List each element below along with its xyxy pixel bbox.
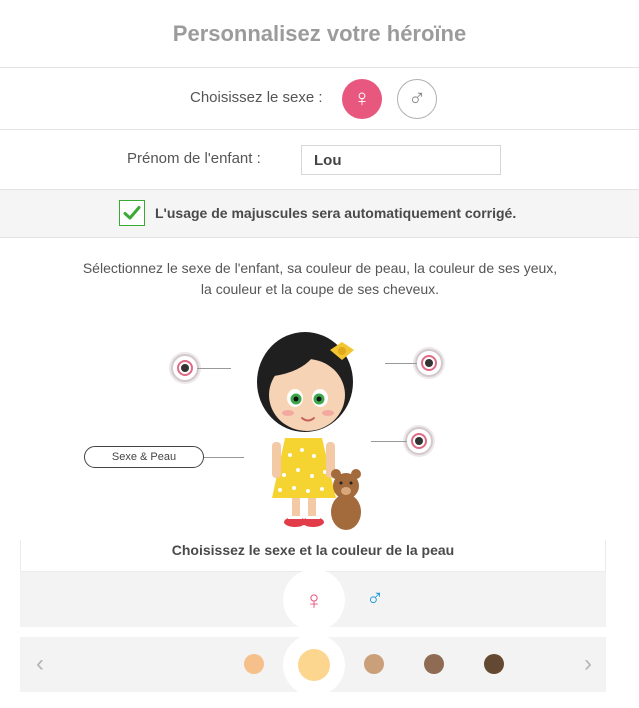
child-name-label: Prénom de l'enfant : [127, 150, 261, 167]
character-stage: Sexe & Peau [0, 310, 639, 540]
skin-tone-swatch-1[interactable] [244, 654, 264, 674]
hotspot-dot [415, 437, 423, 445]
female-icon: ♀ [353, 85, 371, 112]
notice-row: L'usage de majuscules sera automatiqueme… [0, 190, 639, 238]
male-icon: ♂ [366, 585, 384, 612]
hotspot-ring [411, 433, 427, 449]
connector-line [385, 363, 417, 364]
female-button[interactable]: ♀ [342, 79, 382, 119]
connector-line [204, 457, 244, 458]
hotspot-dot [425, 359, 433, 367]
panel-title: Choisissez le sexe et la couleur de la p… [20, 540, 606, 572]
next-arrow-icon[interactable]: › [576, 650, 600, 678]
hotspot-dot [181, 364, 189, 372]
checkmark-icon [123, 206, 141, 220]
hair-style-hotspot[interactable] [171, 354, 199, 382]
male-icon: ♂ [408, 85, 426, 112]
girl-character-illustration [257, 332, 361, 530]
female-option[interactable]: ♀ [283, 569, 345, 631]
hair-color-hotspot[interactable] [415, 349, 443, 377]
eye-color-hotspot[interactable] [405, 427, 433, 455]
skin-tone-swatch-5[interactable] [484, 654, 504, 674]
sex-selector-panel: ♀ ♂ [20, 569, 606, 631]
sex-skin-tab[interactable]: Sexe & Peau [84, 446, 204, 468]
skin-tone-swatch-3[interactable] [364, 654, 384, 674]
female-icon: ♀ [304, 584, 324, 615]
notice-text: L'usage de majuscules sera automatiqueme… [155, 205, 517, 221]
connector-line [197, 368, 231, 369]
page-title: Personnalisez votre héroïne [0, 0, 639, 68]
instructions-text: Sélectionnez le sexe de l'enfant, sa cou… [82, 260, 558, 297]
child-name-row: Prénom de l'enfant : [0, 130, 639, 190]
male-button[interactable]: ♂ [397, 79, 437, 119]
hotspot-ring [177, 360, 193, 376]
skin-tone-swatch-4[interactable] [424, 654, 444, 674]
skin-tone-panel: ‹ › [20, 634, 606, 696]
skin-tone-swatch-2[interactable] [298, 649, 330, 681]
sex-skin-label: Sexe & Peau [111, 451, 177, 463]
prev-arrow-icon[interactable]: ‹ [28, 650, 52, 678]
child-name-input[interactable] [301, 145, 501, 175]
male-option[interactable]: ♂ [360, 584, 390, 614]
hotspot-ring [421, 355, 437, 371]
gender-row: Choisissez le sexe : ♀ ♂ [0, 68, 639, 130]
gender-label: Choisissez le sexe : [190, 89, 323, 106]
capitalization-checkbox[interactable] [119, 200, 145, 226]
